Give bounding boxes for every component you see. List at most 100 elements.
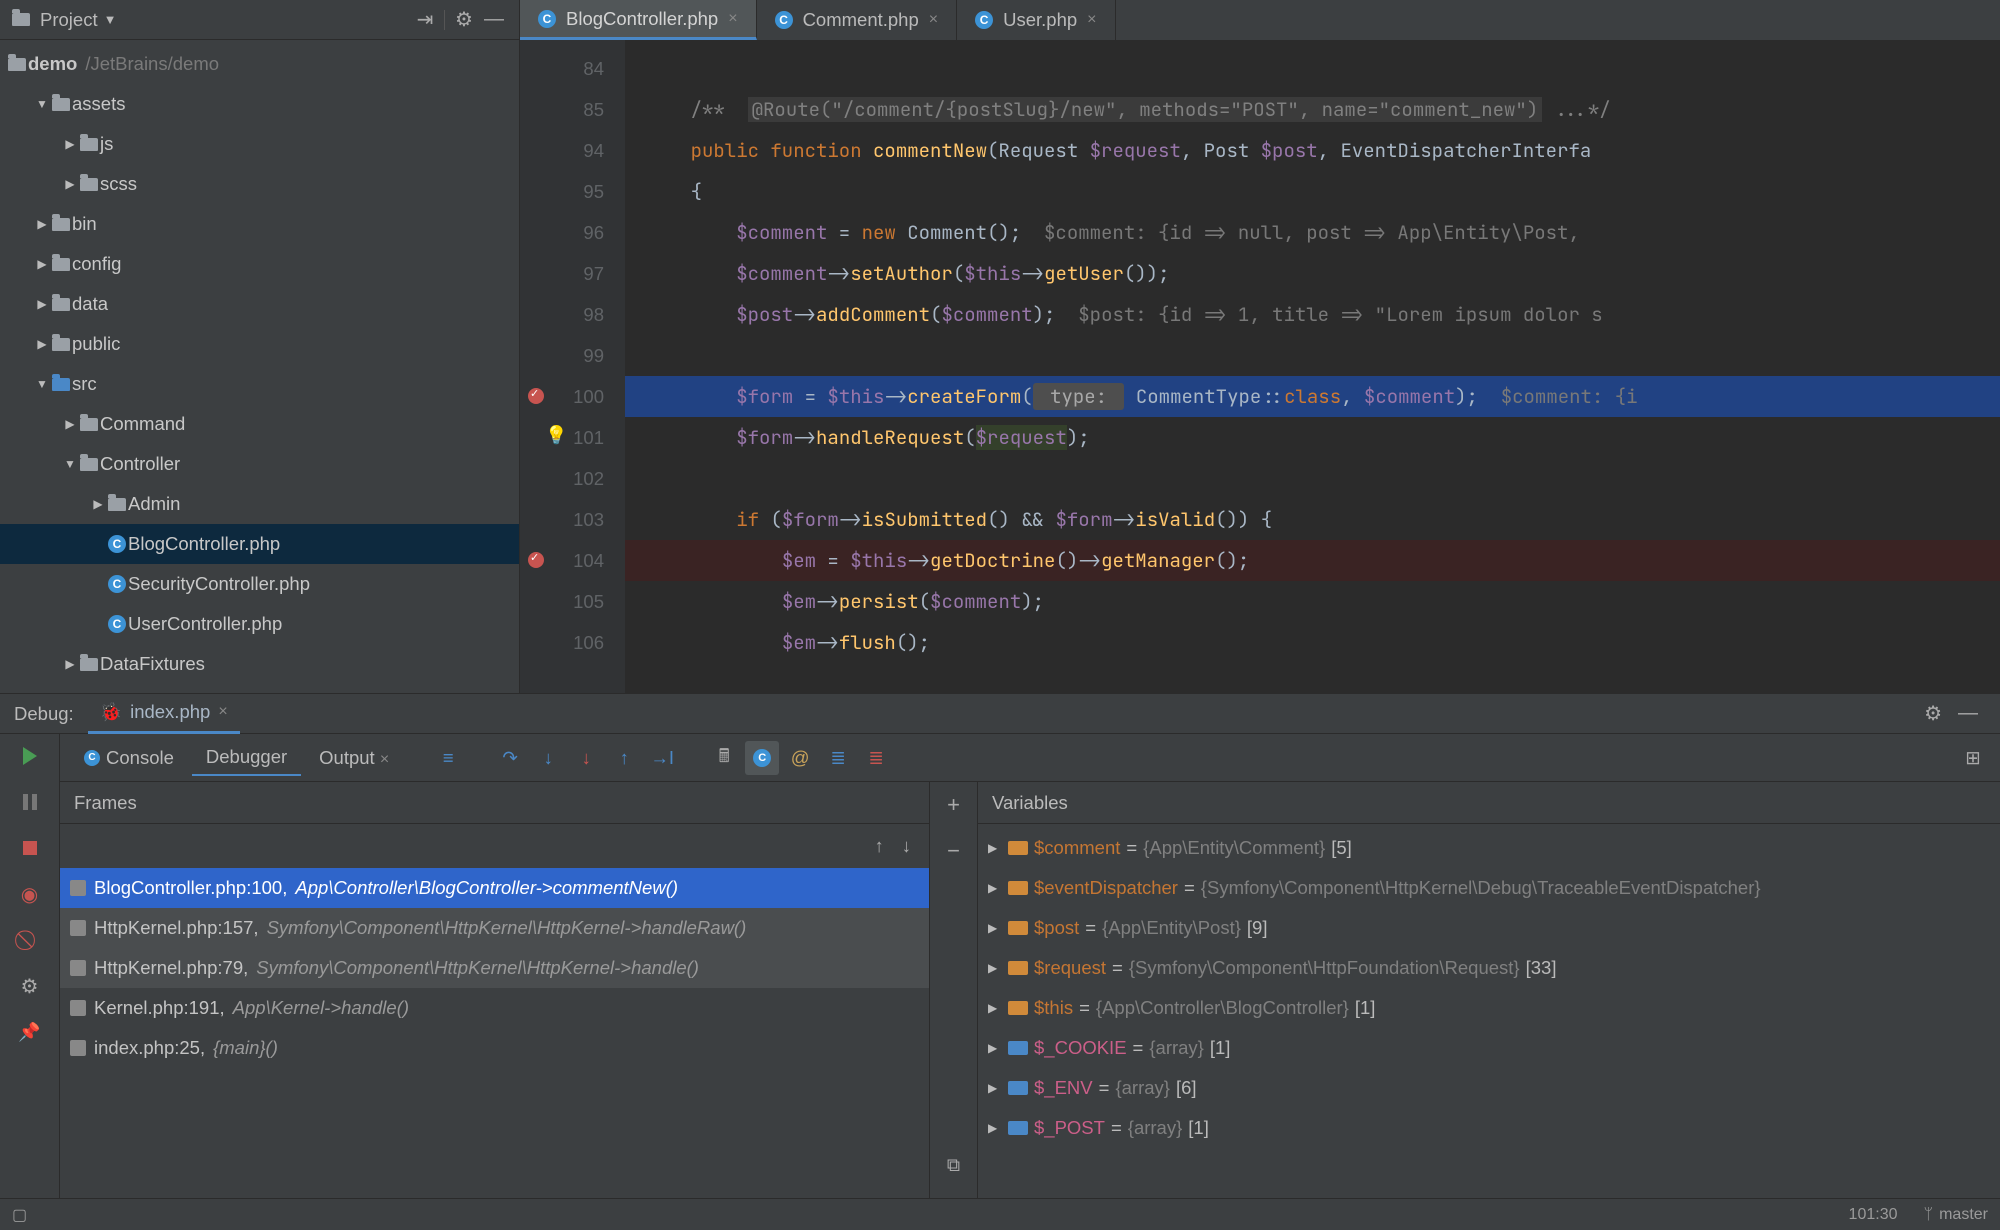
- variable-row[interactable]: ▶ $request = {Symfony\Component\HttpFoun…: [978, 948, 2000, 988]
- stack-frame[interactable]: HttpKernel.php:157, Symfony\Component\Ht…: [60, 908, 929, 948]
- close-icon[interactable]: ×: [1087, 11, 1096, 29]
- git-branch-icon[interactable]: ᛘ: [1923, 1206, 1933, 1224]
- close-icon[interactable]: ×: [218, 703, 227, 721]
- gutter-line[interactable]: 98: [520, 294, 604, 335]
- add-watch-button[interactable]: +: [947, 792, 960, 818]
- caret-position[interactable]: 101:30: [1849, 1206, 1898, 1224]
- debug-settings-gear-icon[interactable]: ⚙: [1916, 701, 1950, 726]
- expand-arrow-icon[interactable]: ▶: [988, 1041, 1002, 1055]
- code-line[interactable]: $em->persist($comment);: [625, 581, 2000, 622]
- tree-item[interactable]: ▶Admin: [0, 484, 519, 524]
- tree-item[interactable]: ▼src: [0, 364, 519, 404]
- view-breakpoints-button[interactable]: ◉: [18, 882, 42, 906]
- gutter-line[interactable]: 103: [520, 499, 604, 540]
- pause-button[interactable]: [18, 790, 42, 814]
- breakpoint-icon[interactable]: [528, 388, 544, 404]
- gutter-line[interactable]: 94: [520, 130, 604, 171]
- tree-item[interactable]: CBlogController.php: [0, 524, 519, 564]
- project-dropdown-label[interactable]: Project: [40, 9, 98, 31]
- code-line[interactable]: $em = $this->getDoctrine()->getManager()…: [625, 540, 2000, 581]
- close-icon[interactable]: ×: [929, 11, 938, 29]
- code-line[interactable]: [625, 458, 2000, 499]
- toggle-at-button[interactable]: @: [783, 741, 817, 775]
- gutter-line[interactable]: 99: [520, 335, 604, 376]
- step-out-button[interactable]: ↑: [607, 741, 641, 775]
- tree-item[interactable]: ▼assets: [0, 84, 519, 124]
- expand-arrow-icon[interactable]: ▶: [988, 841, 1002, 855]
- frames-list[interactable]: BlogController.php:100, App\Controller\B…: [60, 868, 929, 1230]
- gutter-line[interactable]: 84: [520, 48, 604, 89]
- variable-row[interactable]: ▶ $post = {App\Entity\Post} [9]: [978, 908, 2000, 948]
- expand-arrow-icon[interactable]: ▶: [988, 921, 1002, 935]
- breakpoint-icon[interactable]: [528, 552, 544, 568]
- copy-icon[interactable]: ⧉: [947, 1154, 960, 1176]
- tree-item[interactable]: ▶Command: [0, 404, 519, 444]
- code-line[interactable]: [625, 335, 2000, 376]
- collapse-all-button[interactable]: ⇥: [410, 7, 440, 32]
- run-to-cursor-button[interactable]: →I: [645, 741, 679, 775]
- debug-settings-button[interactable]: ⚙: [18, 974, 42, 998]
- code-line[interactable]: [625, 48, 2000, 89]
- close-icon[interactable]: ×: [728, 10, 737, 28]
- stack-frame[interactable]: index.php:25, {main}(): [60, 1028, 929, 1068]
- debug-session-tab[interactable]: 🐞 index.php ×: [88, 694, 240, 734]
- git-branch-label[interactable]: master: [1939, 1206, 1988, 1224]
- expand-arrow-icon[interactable]: ▶: [988, 1001, 1002, 1015]
- gutter-line[interactable]: 96: [520, 212, 604, 253]
- stop-button[interactable]: [18, 836, 42, 860]
- layout-button[interactable]: ⊞: [1956, 741, 1990, 775]
- mute-breakpoints-button[interactable]: ⃠: [18, 928, 42, 952]
- expand-arrow-icon[interactable]: ▶: [988, 1121, 1002, 1135]
- close-icon[interactable]: ×: [380, 751, 389, 768]
- code-line[interactable]: $form = $this->createForm( type: Comment…: [625, 376, 2000, 417]
- tree-item[interactable]: ▶config: [0, 244, 519, 284]
- variable-row[interactable]: ▶ $_ENV = {array} [6]: [978, 1068, 2000, 1108]
- pin-button[interactable]: 📌: [18, 1020, 42, 1044]
- variable-row[interactable]: ▶ $comment = {App\Entity\Comment} [5]: [978, 828, 2000, 868]
- gutter-line[interactable]: 102: [520, 458, 604, 499]
- code-line[interactable]: $post->addComment($comment); $post: {id …: [625, 294, 2000, 335]
- frame-up-button[interactable]: ↑: [875, 835, 884, 857]
- remove-watch-button[interactable]: −: [947, 838, 960, 864]
- chevron-down-icon[interactable]: ▼: [104, 12, 117, 27]
- code-line[interactable]: $comment->setAuthor($this->getUser());: [625, 253, 2000, 294]
- editor-tab[interactable]: CBlogController.php×: [520, 0, 757, 40]
- toggle-list-button[interactable]: ≣: [821, 741, 855, 775]
- intention-bulb-icon[interactable]: 💡: [545, 425, 567, 446]
- gutter-line[interactable]: 97: [520, 253, 604, 294]
- tree-item[interactable]: CUserController.php: [0, 604, 519, 644]
- code-line[interactable]: /** @Route("/comment/{postSlug}/new", me…: [625, 89, 2000, 130]
- toggle-class-button[interactable]: C: [745, 741, 779, 775]
- editor-gutter[interactable]: 8485949596979899100101102103104105106: [520, 40, 620, 693]
- editor-tab[interactable]: CUser.php×: [957, 0, 1115, 40]
- resume-button[interactable]: [18, 744, 42, 768]
- gutter-line[interactable]: 95: [520, 171, 604, 212]
- tree-item[interactable]: ▶scss: [0, 164, 519, 204]
- show-execution-point-button[interactable]: ≡: [431, 741, 465, 775]
- tree-item[interactable]: ▶DataFixtures: [0, 644, 519, 684]
- code-line[interactable]: $comment = new Comment(); $comment: {id …: [625, 212, 2000, 253]
- tree-item[interactable]: CSecurityController.php: [0, 564, 519, 604]
- project-tree[interactable]: demo/JetBrains/demo▼assets▶js▶scss▶bin▶c…: [0, 40, 519, 693]
- editor-tab[interactable]: CComment.php×: [757, 0, 958, 40]
- variable-row[interactable]: ▶ $this = {App\Controller\BlogController…: [978, 988, 2000, 1028]
- expand-arrow-icon[interactable]: ▶: [988, 881, 1002, 895]
- gutter-line[interactable]: 85: [520, 89, 604, 130]
- tree-item[interactable]: ▼Controller: [0, 444, 519, 484]
- tree-item[interactable]: ▶data: [0, 284, 519, 324]
- variables-list[interactable]: ▶ $comment = {App\Entity\Comment} [5]▶ $…: [978, 824, 2000, 1230]
- variable-row[interactable]: ▶ $_POST = {array} [1]: [978, 1108, 2000, 1148]
- expand-arrow-icon[interactable]: ▶: [988, 961, 1002, 975]
- code-line[interactable]: {: [625, 171, 2000, 212]
- code-line[interactable]: public function commentNew(Request $requ…: [625, 130, 2000, 171]
- step-into-button[interactable]: ↓: [531, 741, 565, 775]
- hide-debug-button[interactable]: —: [1950, 702, 1986, 725]
- variable-row[interactable]: ▶ $eventDispatcher = {Symfony\Component\…: [978, 868, 2000, 908]
- code-editor[interactable]: /** @Route("/comment/{postSlug}/new", me…: [620, 40, 2000, 693]
- frame-down-button[interactable]: ↓: [902, 835, 911, 857]
- code-line[interactable]: if ($form->isSubmitted() && $form->isVal…: [625, 499, 2000, 540]
- gutter-line[interactable]: 105: [520, 581, 604, 622]
- code-line[interactable]: $form->handleRequest($request);: [625, 417, 2000, 458]
- output-tab[interactable]: Output ×: [305, 741, 403, 775]
- tree-item[interactable]: ▶js: [0, 124, 519, 164]
